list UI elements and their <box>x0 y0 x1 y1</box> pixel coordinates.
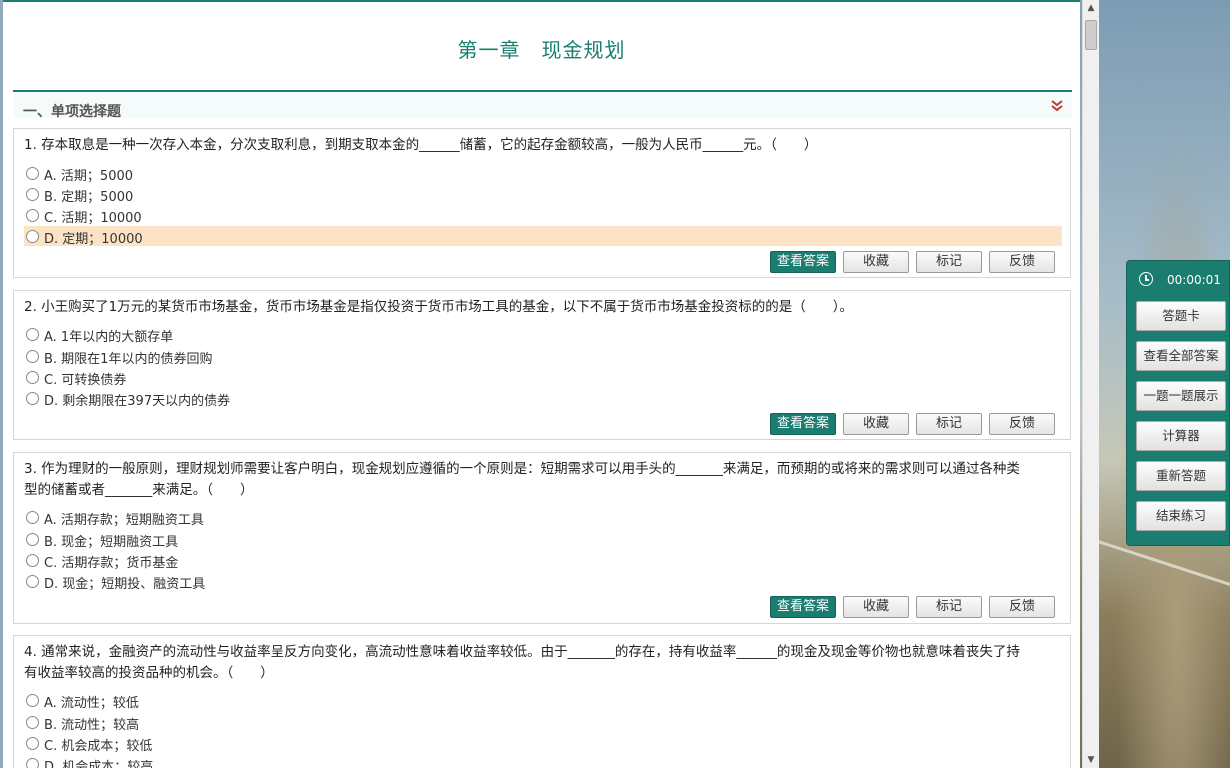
option-text: D. 剩余期限在397天以内的债券 <box>44 394 231 409</box>
option-row[interactable]: B. 流动性；较高 <box>24 712 1062 733</box>
option-row[interactable]: D. 现金；短期投、融资工具 <box>24 571 1062 592</box>
feedback-button[interactable]: 反馈 <box>989 251 1055 273</box>
radio-button[interactable] <box>26 716 39 729</box>
option-row[interactable]: A. 1年以内的大额存单 <box>24 324 1062 345</box>
mark-button[interactable]: 标记 <box>916 596 982 618</box>
option-text: C. 活期存款；货币基金 <box>44 556 179 571</box>
section-title: 一、单项选择题 <box>23 104 121 120</box>
radio-button[interactable] <box>26 511 39 524</box>
question-stem-line: 有收益率较高的投资品种的机会。（ ） <box>24 665 274 681</box>
question-card: 2. 小王购买了1万元的某货币市场基金，货币市场基金是指仅投资于货币市场工具的基… <box>13 290 1071 440</box>
double-chevron-down-icon[interactable] <box>1050 99 1064 113</box>
radio-button[interactable] <box>26 230 39 243</box>
question-stem: 1. 存本取息是一种一次存入本金，分次支取利息，到期支取本金的______储蓄，… <box>24 137 818 153</box>
favorite-button[interactable]: 收藏 <box>843 251 909 273</box>
view-answer-button[interactable]: 查看答案 <box>770 413 836 435</box>
arrow-down-icon[interactable]: ▼ <box>1083 752 1099 768</box>
option-row[interactable]: C. 活期；10000 <box>24 205 1062 226</box>
option-text: B. 现金；短期融资工具 <box>44 535 179 550</box>
option-row[interactable]: D. 机会成本；较高 <box>24 754 1062 768</box>
question-stem-line: 4. 通常来说，金融资产的流动性与收益率呈反方向变化，高流动性意味着收益率较低。… <box>24 644 1020 660</box>
option-text: A. 流动性；较低 <box>44 696 139 711</box>
option-row[interactable]: A. 活期存款；短期融资工具 <box>24 507 1062 528</box>
mark-button[interactable]: 标记 <box>916 251 982 273</box>
option-text: D. 机会成本；较高 <box>44 760 154 768</box>
question-card: 1. 存本取息是一种一次存入本金，分次支取利息，到期支取本金的______储蓄，… <box>13 128 1071 278</box>
clock-icon <box>1139 272 1153 286</box>
option-text: D. 定期；10000 <box>44 232 143 247</box>
question-card: 3. 作为理财的一般原则，理财规划师需要让客户明白，现金规划应遵循的一个原则是：… <box>13 452 1071 624</box>
vertical-scrollbar[interactable]: ▲ ▼ <box>1082 0 1099 768</box>
mark-button[interactable]: 标记 <box>916 413 982 435</box>
view-answer-button[interactable]: 查看答案 <box>770 596 836 618</box>
option-text: B. 期限在1年以内的债券回购 <box>44 352 213 367</box>
option-row[interactable]: C. 可转换债券 <box>24 367 1062 388</box>
question-stem-line: 型的储蓄或者_______来满足。（ ） <box>24 482 254 498</box>
exam-page: 第一章 现金规划 一、单项选择题 1. 存本取息是一种一次存入本金，分次支取利息… <box>3 0 1080 768</box>
section-header[interactable]: 一、单项选择题 <box>13 90 1072 120</box>
radio-button[interactable] <box>26 167 39 180</box>
radio-button[interactable] <box>26 554 39 567</box>
option-row[interactable]: C. 活期存款；货币基金 <box>24 550 1062 571</box>
option-row[interactable]: B. 定期；5000 <box>24 184 1062 205</box>
option-row[interactable]: D. 剩余期限在397天以内的债券 <box>24 388 1062 409</box>
question-actions: 查看答案 收藏 标记 反馈 <box>770 413 1060 435</box>
question-card: 4. 通常来说，金融资产的流动性与收益率呈反方向变化，高流动性意味着收益率较低。… <box>13 635 1071 768</box>
option-text: A. 1年以内的大额存单 <box>44 330 174 345</box>
option-text: D. 现金；短期投、融资工具 <box>44 577 206 592</box>
option-row[interactable]: A. 流动性；较低 <box>24 690 1062 711</box>
radio-button[interactable] <box>26 188 39 201</box>
question-stem: 3. 作为理财的一般原则，理财规划师需要让客户明白，现金规划应遵循的一个原则是：… <box>24 459 1060 501</box>
radio-button[interactable] <box>26 575 39 588</box>
question-stem-line: 3. 作为理财的一般原则，理财规划师需要让客户明白，现金规划应遵循的一个原则是：… <box>24 461 1020 477</box>
option-text: A. 活期存款；短期融资工具 <box>44 513 204 528</box>
option-row[interactable]: C. 机会成本；较低 <box>24 733 1062 754</box>
option-row[interactable]: B. 期限在1年以内的债券回购 <box>24 346 1062 367</box>
restart-button[interactable]: 重新答题 <box>1136 461 1226 491</box>
feedback-button[interactable]: 反馈 <box>989 596 1055 618</box>
option-row[interactable]: B. 现金；短期融资工具 <box>24 529 1062 550</box>
radio-button[interactable] <box>26 328 39 341</box>
radio-button[interactable] <box>26 392 39 405</box>
question-stem: 4. 通常来说，金融资产的流动性与收益率呈反方向变化，高流动性意味着收益率较低。… <box>24 642 1060 684</box>
favorite-button[interactable]: 收藏 <box>843 413 909 435</box>
timer-text: 00:00:01 <box>1167 273 1221 287</box>
favorite-button[interactable]: 收藏 <box>843 596 909 618</box>
view-all-answers-button[interactable]: 查看全部答案 <box>1136 341 1226 371</box>
scrollbar-thumb[interactable] <box>1085 20 1097 50</box>
page-title: 第一章 现金规划 <box>457 38 626 62</box>
option-row[interactable]: A. 活期；5000 <box>24 163 1062 184</box>
radio-button[interactable] <box>26 371 39 384</box>
calculator-button[interactable]: 计算器 <box>1136 421 1226 451</box>
end-practice-button[interactable]: 结束练习 <box>1136 501 1226 531</box>
answer-card-button[interactable]: 答题卡 <box>1136 301 1226 331</box>
feedback-button[interactable]: 反馈 <box>989 413 1055 435</box>
radio-button[interactable] <box>26 758 39 768</box>
question-actions: 查看答案 收藏 标记 反馈 <box>770 251 1060 273</box>
radio-button[interactable] <box>26 737 39 750</box>
option-row-highlighted[interactable]: D. 定期；10000 <box>24 226 1062 247</box>
option-text: C. 机会成本；较低 <box>44 739 153 754</box>
radio-button[interactable] <box>26 694 39 707</box>
option-text: C. 活期；10000 <box>44 211 142 226</box>
radio-button[interactable] <box>26 533 39 546</box>
option-text: C. 可转换债券 <box>44 373 127 388</box>
option-text: B. 流动性；较高 <box>44 718 140 733</box>
question-actions: 查看答案 收藏 标记 反馈 <box>770 596 1060 618</box>
option-text: A. 活期；5000 <box>44 169 134 184</box>
side-panel: 00:00:01 答题卡 查看全部答案 一题一题展示 计算器 重新答题 结束练习 <box>1126 260 1230 546</box>
question-stem: 2. 小王购买了1万元的某货币市场基金，货币市场基金是指仅投资于货币市场工具的基… <box>24 299 854 315</box>
arrow-up-icon[interactable]: ▲ <box>1083 0 1099 16</box>
view-answer-button[interactable]: 查看答案 <box>770 251 836 273</box>
option-text: B. 定期；5000 <box>44 190 134 205</box>
radio-button[interactable] <box>26 350 39 363</box>
one-by-one-button[interactable]: 一题一题展示 <box>1136 381 1226 411</box>
radio-button[interactable] <box>26 209 39 222</box>
